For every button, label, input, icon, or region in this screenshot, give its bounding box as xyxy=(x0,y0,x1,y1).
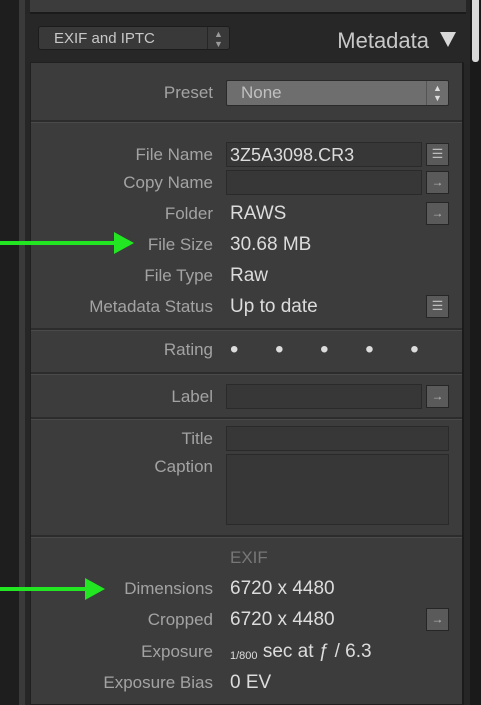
file-type-label: File Type xyxy=(144,266,213,285)
annotation-arrowhead-dimensions xyxy=(85,578,105,600)
collapse-triangle-icon[interactable] xyxy=(440,32,456,47)
preset-label: Preset xyxy=(163,83,213,102)
metadata-status-list-icon[interactable]: ☰ xyxy=(426,295,449,318)
divider xyxy=(31,372,462,375)
caption-label: Caption xyxy=(154,457,213,476)
folder-label: Folder xyxy=(164,204,213,223)
annotation-arrowhead-file-size xyxy=(114,232,134,254)
metadata-set-value: EXIF and IPTC xyxy=(54,30,155,47)
metadata-status-value: Up to date xyxy=(230,296,318,317)
copy-name-field[interactable] xyxy=(226,170,422,195)
exposure-bias-label: Exposure Bias xyxy=(103,673,213,692)
file-name-list-icon[interactable]: ☰ xyxy=(426,143,449,166)
cropped-arrow-icon[interactable]: → xyxy=(426,608,449,631)
exposure-label: Exposure xyxy=(141,642,213,661)
label-label: Label xyxy=(171,387,213,406)
divider xyxy=(31,535,462,538)
divider xyxy=(31,417,462,420)
label-field[interactable] xyxy=(226,384,422,409)
preset-dropdown[interactable]: None ▲ ▼ xyxy=(226,80,449,106)
preset-value: None xyxy=(241,83,282,102)
annotation-arrow-dimensions xyxy=(0,587,88,591)
title-label: Title xyxy=(181,429,214,448)
previous-panel-bottom xyxy=(30,0,466,14)
exif-section-label: EXIF xyxy=(230,548,268,567)
folder-value: RAWS xyxy=(230,203,287,224)
file-type-value: Raw xyxy=(230,265,269,286)
file-size-value: 30.68 MB xyxy=(230,234,312,255)
file-name-label: File Name xyxy=(135,145,213,164)
exposure-fraction: 1/800 xyxy=(230,650,258,662)
divider xyxy=(31,328,462,331)
annotation-arrow-file-size xyxy=(0,241,118,245)
folder-arrow-icon[interactable]: → xyxy=(426,202,449,225)
caption-field[interactable] xyxy=(226,454,449,525)
copy-name-arrow-icon[interactable]: → xyxy=(426,171,449,194)
cropped-value: 6720 x 4480 xyxy=(230,609,335,630)
cropped-label: Cropped xyxy=(147,610,213,629)
dropdown-arrows-icon: ▲ ▼ xyxy=(207,27,229,49)
file-name-value: 3Z5A3098.CR3 xyxy=(230,145,355,165)
scrollbar-thumb[interactable] xyxy=(472,0,479,62)
file-size-label: File Size xyxy=(147,235,213,254)
metadata-status-label: Metadata Status xyxy=(89,297,213,316)
copy-name-label: Copy Name xyxy=(123,173,213,192)
rating-dots[interactable]: • • • • • xyxy=(230,338,434,362)
label-arrow-icon[interactable]: → xyxy=(426,385,449,408)
title-field[interactable] xyxy=(226,426,449,451)
rating-label: Rating xyxy=(163,340,213,359)
exposure-value: 1/800 sec at ƒ / 6.3 xyxy=(230,640,372,668)
dimensions-value: 6720 x 4480 xyxy=(230,578,335,599)
preset-arrows-icon: ▲ ▼ xyxy=(426,81,448,105)
exposure-bias-value: 0 EV xyxy=(230,672,272,693)
divider xyxy=(31,120,462,123)
panel-title[interactable]: Metadata xyxy=(337,26,429,56)
exposure-text: sec at ƒ / 6.3 xyxy=(262,641,372,662)
scrollbar[interactable] xyxy=(470,0,481,705)
metadata-set-dropdown[interactable]: EXIF and IPTC ▲ ▼ xyxy=(38,26,230,50)
